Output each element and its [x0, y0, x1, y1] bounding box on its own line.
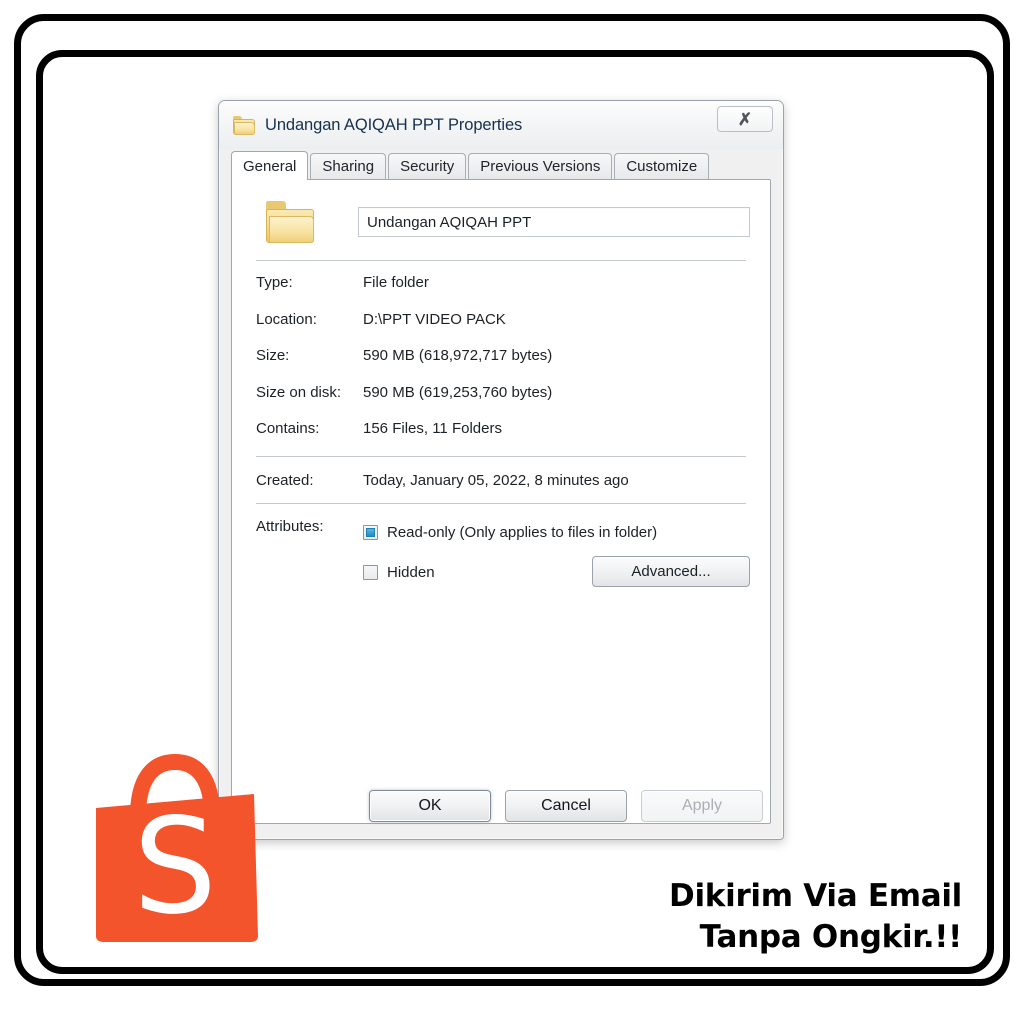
shopee-bag-logo: S: [96, 753, 258, 944]
created-section: Created: Today, January 05, 2022, 8 minu…: [252, 467, 750, 490]
readonly-checkbox[interactable]: [363, 524, 378, 540]
tab-general[interactable]: General: [231, 151, 309, 180]
table-row: Size on disk: 590 MB (619,253,760 bytes): [256, 383, 750, 402]
tab-security[interactable]: Security: [388, 153, 467, 179]
row-label: Size on disk:: [256, 383, 342, 401]
folder-icon: [233, 115, 255, 135]
shopee-letter: S: [133, 790, 217, 944]
promo-line-1: Dikirim Via Email: [669, 878, 962, 915]
table-row: Size: 590 MB (618,972,717 bytes): [256, 347, 750, 365]
dialog-title: Undangan AQIQAH PPT Properties: [265, 115, 523, 134]
row-value: 590 MB (618,972,717 bytes): [363, 347, 553, 364]
general-tab-panel: Undangan AQIQAH PPT Type: File folder Lo…: [231, 179, 771, 824]
table-row: Location: D:\PPT VIDEO PACK: [256, 310, 750, 329]
divider-3: [256, 503, 746, 504]
advanced-button[interactable]: Advanced...: [592, 556, 750, 587]
folder-name-input[interactable]: Undangan AQIQAH PPT: [358, 207, 750, 237]
tab-strip: General Sharing Security Previous Versio…: [231, 151, 771, 180]
close-button[interactable]: ✗: [717, 106, 773, 132]
row-value: 590 MB (619,253,760 bytes): [363, 383, 553, 401]
large-folder-icon: [266, 201, 314, 243]
attributes-section: Attributes: Read-only (Only applies to f…: [252, 514, 750, 587]
row-value: File folder: [363, 274, 429, 291]
attributes-label: Attributes:: [256, 518, 324, 535]
folder-name-row: Undangan AQIQAH PPT: [252, 194, 750, 250]
folder-properties-dialog: Undangan AQIQAH PPT Properties ✗ General…: [218, 100, 784, 840]
cancel-button[interactable]: Cancel: [505, 790, 627, 822]
promo-text: Dikirim Via Email Tanpa Ongkir.!!: [669, 876, 962, 958]
close-icon: ✗: [737, 109, 753, 129]
properties-list: Type: File folder Location: D:\PPT VIDEO…: [252, 271, 750, 438]
hidden-label: Hidden: [387, 563, 435, 581]
row-label: Contains:: [256, 420, 320, 437]
row-label: Type:: [256, 274, 293, 291]
divider-2: [256, 455, 746, 457]
row-label: Location:: [256, 310, 317, 328]
dialog-titlebar[interactable]: Undangan AQIQAH PPT Properties ✗: [219, 101, 783, 149]
apply-button: Apply: [641, 790, 763, 822]
hidden-row: Hidden Advanced...: [363, 556, 750, 587]
divider-1: [256, 260, 746, 261]
readonly-label: Read-only (Only applies to files in fold…: [387, 523, 658, 541]
tab-sharing[interactable]: Sharing: [310, 153, 387, 179]
ok-button[interactable]: OK: [369, 790, 491, 822]
table-row: Created: Today, January 05, 2022, 8 minu…: [256, 471, 750, 490]
poster-canvas: Undangan AQIQAH PPT Properties ✗ General…: [0, 0, 1024, 1024]
tab-previous-versions[interactable]: Previous Versions: [468, 153, 613, 179]
table-row: Type: File folder: [256, 274, 750, 292]
row-label: Created:: [256, 471, 314, 489]
row-value: Today, January 05, 2022, 8 minutes ago: [363, 471, 629, 489]
table-row: Contains: 156 Files, 11 Folders: [256, 420, 750, 438]
hidden-checkbox[interactable]: [363, 564, 378, 580]
promo-line-2: Tanpa Ongkir.!!: [699, 919, 963, 956]
dialog-footer: OK Cancel Apply: [219, 777, 783, 839]
readonly-row: Read-only (Only applies to files in fold…: [363, 518, 750, 546]
row-value: D:\PPT VIDEO PACK: [363, 310, 506, 328]
row-label: Size:: [256, 347, 290, 364]
tab-customize[interactable]: Customize: [614, 153, 710, 179]
row-value: 156 Files, 11 Folders: [363, 420, 502, 437]
